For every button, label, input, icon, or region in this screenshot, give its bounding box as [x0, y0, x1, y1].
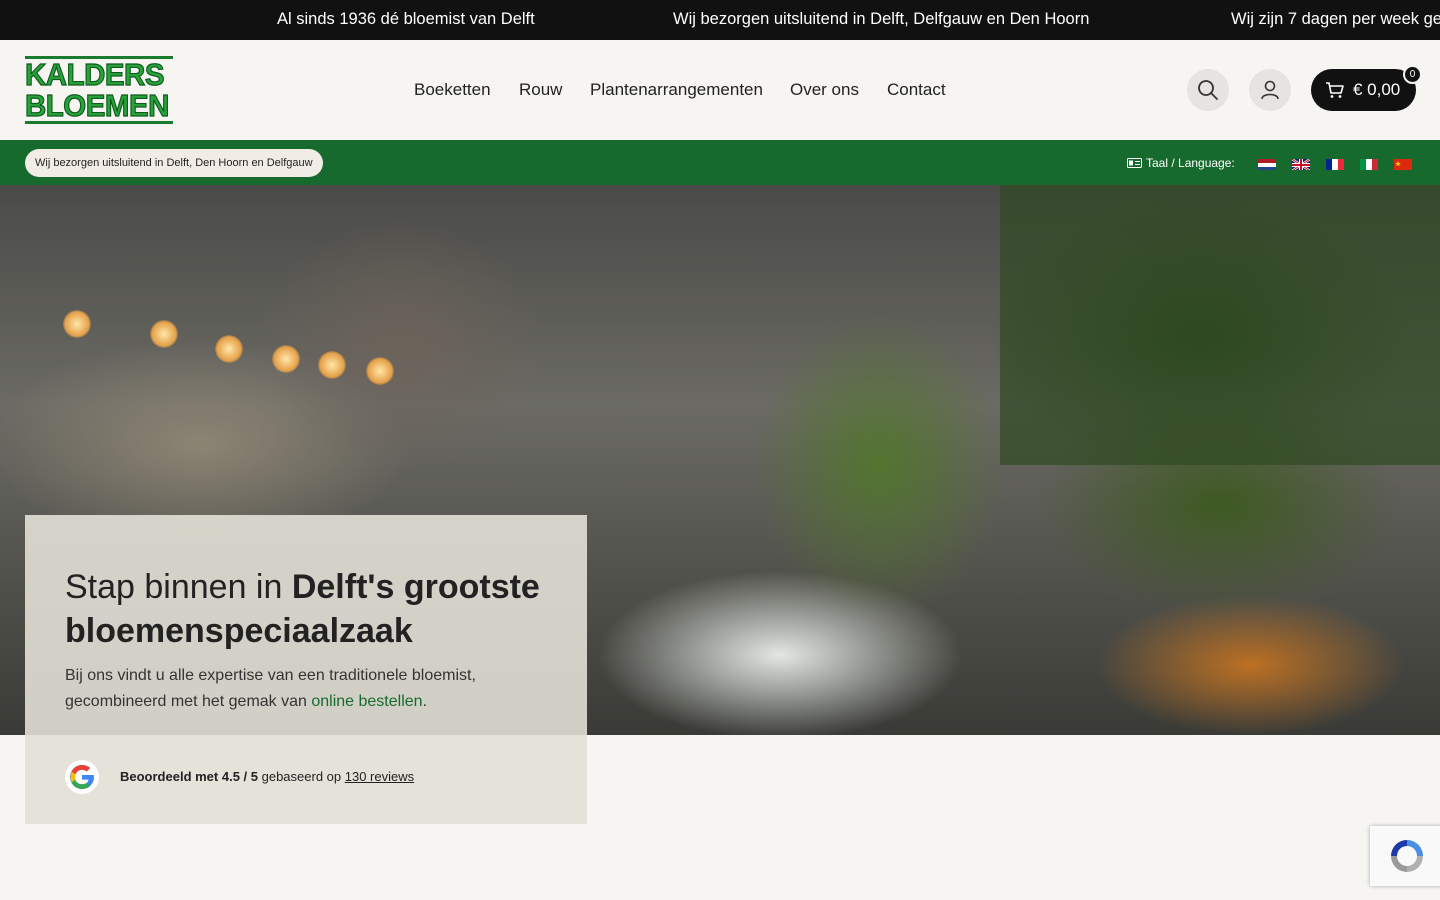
nav-item-boeketten[interactable]: Boeketten — [414, 80, 491, 100]
recaptcha-badge[interactable] — [1370, 826, 1440, 886]
nav-item-contact[interactable]: Contact — [887, 80, 946, 100]
review-summary: Beoordeeld met 4.5 / 5 gebaseerd op 130 … — [120, 769, 414, 784]
nav-item-over-ons[interactable]: Over ons — [790, 80, 859, 100]
google-icon — [65, 760, 99, 794]
nl-flag-icon[interactable] — [1258, 158, 1276, 170]
language-label: Taal / Language: — [1127, 156, 1235, 170]
announcement-text: Wij zijn 7 dagen per week ge — [1231, 10, 1440, 28]
announcement-text: Wij bezorgen uitsluitend in Delft, Delfg… — [673, 10, 1090, 28]
cart-count-badge: 0 — [1403, 65, 1422, 84]
search-button[interactable] — [1187, 69, 1229, 111]
cart-button[interactable]: € 0,00 — [1311, 69, 1416, 111]
google-review-card: Beoordeeld met 4.5 / 5 gebaseerd op 130 … — [25, 735, 587, 824]
review-middle-text: gebaseerd op — [258, 769, 345, 784]
lamp — [63, 310, 91, 338]
hero-text-after: . — [422, 693, 428, 710]
hero-card: Stap binnen in Delft's grootste bloemens… — [25, 515, 587, 735]
online-order-link[interactable]: online bestellen — [311, 693, 422, 710]
recaptcha-icon — [1391, 840, 1423, 872]
cart-total: € 0,00 — [1353, 80, 1401, 99]
cn-flag-icon[interactable] — [1394, 158, 1412, 170]
site-header: KALDERS BLOEMEN Boeketten Rouw Plantenar… — [0, 40, 1440, 140]
info-bar: Wij bezorgen uitsluitend in Delft, Den H… — [0, 140, 1440, 185]
user-icon — [1261, 80, 1279, 100]
hero-description: Bij ons vindt u alle expertise van een t… — [65, 663, 547, 715]
lamp — [272, 345, 300, 373]
nav-item-plantenarrangementen[interactable]: Plantenarrangementen — [590, 80, 763, 100]
reviews-link[interactable]: 130 reviews — [345, 769, 414, 784]
announcement-bar: Al sinds 1936 dé bloemist van Delft Wij … — [0, 0, 1440, 40]
lamp — [366, 357, 394, 385]
account-button[interactable] — [1249, 69, 1291, 111]
review-rating: Beoordeeld met 4.5 / 5 — [120, 769, 258, 784]
hero-title: Stap binnen in Delft's grootste bloemens… — [65, 565, 547, 653]
it-flag-icon[interactable] — [1360, 158, 1378, 170]
language-card-icon — [1127, 158, 1142, 168]
lamp — [150, 320, 178, 348]
nav-item-rouw[interactable]: Rouw — [519, 80, 562, 100]
green-wall — [1000, 185, 1440, 465]
language-label-text: Taal / Language: — [1146, 156, 1235, 170]
cart-icon — [1326, 82, 1344, 98]
announcement-text: Al sinds 1936 dé bloemist van Delft — [277, 10, 535, 28]
lamp — [318, 351, 346, 379]
delivery-pill: Wij bezorgen uitsluitend in Delft, Den H… — [25, 149, 323, 177]
uk-flag-icon[interactable] — [1292, 158, 1310, 170]
search-icon — [1198, 80, 1218, 100]
fr-flag-icon[interactable] — [1326, 158, 1344, 170]
lamp — [215, 335, 243, 363]
hero-title-regular: Stap binnen in — [65, 568, 292, 606]
